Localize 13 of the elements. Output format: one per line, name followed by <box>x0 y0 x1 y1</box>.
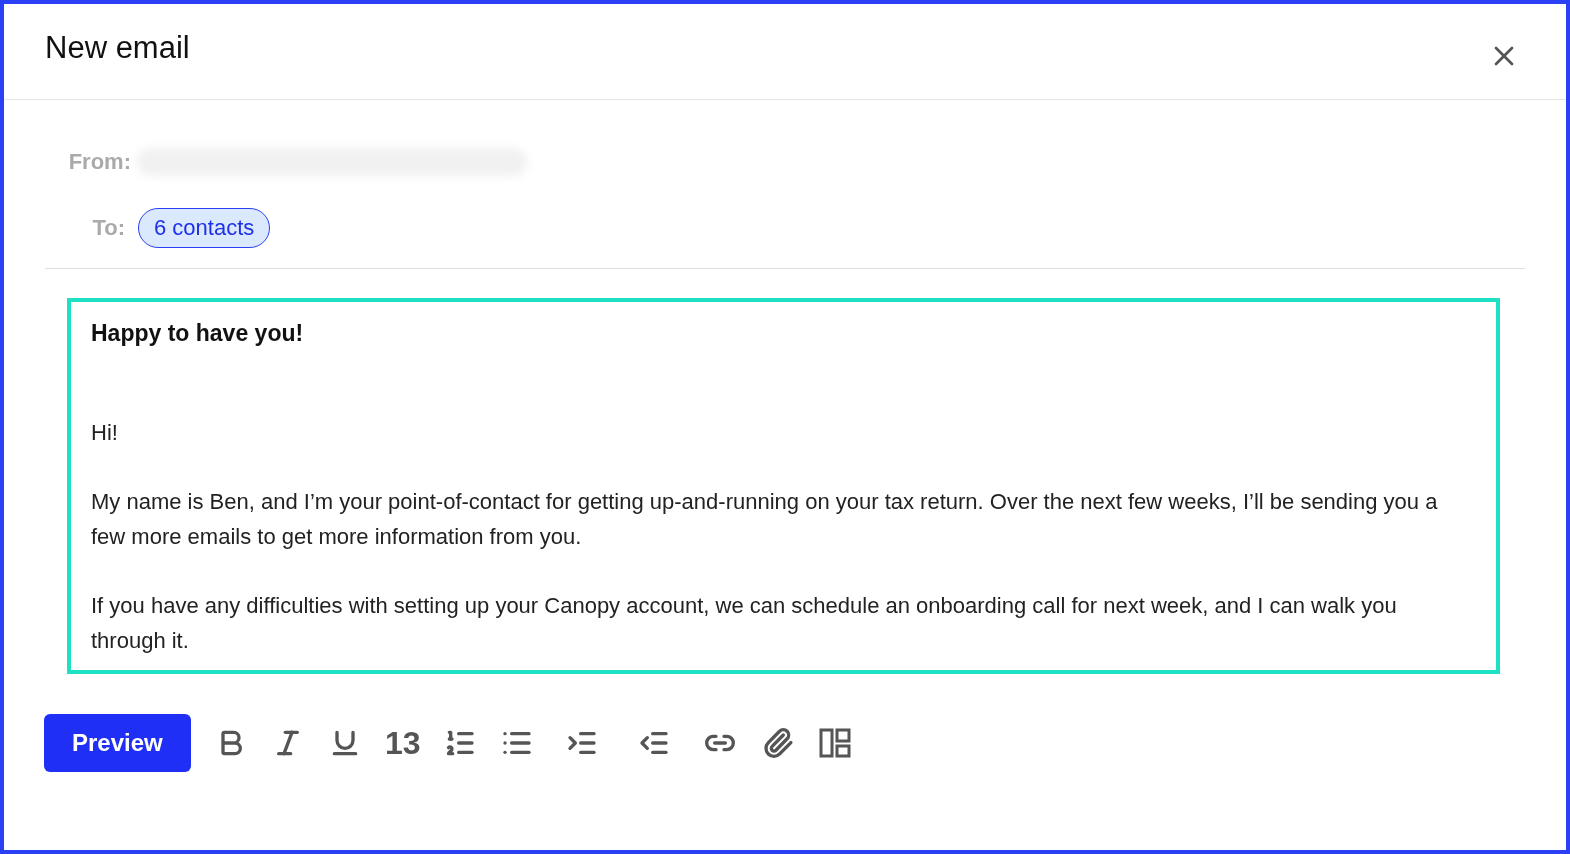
message-heading: Happy to have you! <box>91 320 305 347</box>
recipient-chip[interactable]: 6 contacts <box>138 208 271 248</box>
message-paragraph: Hi! <box>91 419 119 447</box>
paperclip-icon <box>762 727 795 759</box>
message-paragraph: If you have any difficulties with setting up your Canopy account, we can schedule an onboarding call for next week, and I can walk you through it. <box>91 592 1398 655</box>
font-size-button[interactable]: 13 <box>373 718 432 768</box>
field-label: To: <box>91 215 126 241</box>
layout-icon <box>819 728 852 758</box>
preview-button[interactable]: Preview <box>44 714 191 772</box>
field-label: From: <box>67 149 131 175</box>
message-editor[interactable] <box>67 298 1500 674</box>
window-title: New email <box>45 30 190 66</box>
message-paragraph: My name is Ben, and I’m your point-of-contact for getting up-and-running on your tax return. Over the next few weeks, I’ll be sending you a few more emails to get more information from you. <box>91 488 1439 551</box>
